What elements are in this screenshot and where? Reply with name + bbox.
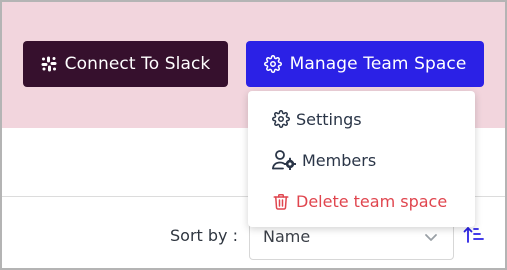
slack-icon xyxy=(41,56,57,72)
user-gear-icon xyxy=(272,150,296,170)
menu-item-label: Members xyxy=(302,150,377,170)
connect-slack-button[interactable]: Connect To Slack xyxy=(23,41,228,87)
app-frame: Connect To Slack Manage Team Space Setti… xyxy=(0,0,507,270)
menu-item-settings[interactable]: Settings xyxy=(272,104,362,134)
chevron-down-icon xyxy=(423,229,439,249)
sort-ascending-icon[interactable] xyxy=(463,225,485,249)
team-space-menu: Settings Members Delete team space xyxy=(248,91,475,227)
menu-item-members[interactable]: Members xyxy=(272,145,376,175)
connect-slack-label: Connect To Slack xyxy=(64,54,211,74)
gear-icon xyxy=(263,55,282,73)
menu-item-delete-team-space[interactable]: Delete team space xyxy=(272,186,447,216)
sort-by-label: Sort by : xyxy=(170,226,238,245)
menu-item-label: Delete team space xyxy=(296,191,448,211)
sort-select-value: Name xyxy=(263,227,311,246)
manage-team-space-button[interactable]: Manage Team Space xyxy=(246,41,484,87)
trash-icon xyxy=(272,192,290,211)
menu-item-label: Settings xyxy=(296,109,362,129)
gear-icon xyxy=(272,110,290,128)
manage-team-space-label: Manage Team Space xyxy=(289,54,467,74)
